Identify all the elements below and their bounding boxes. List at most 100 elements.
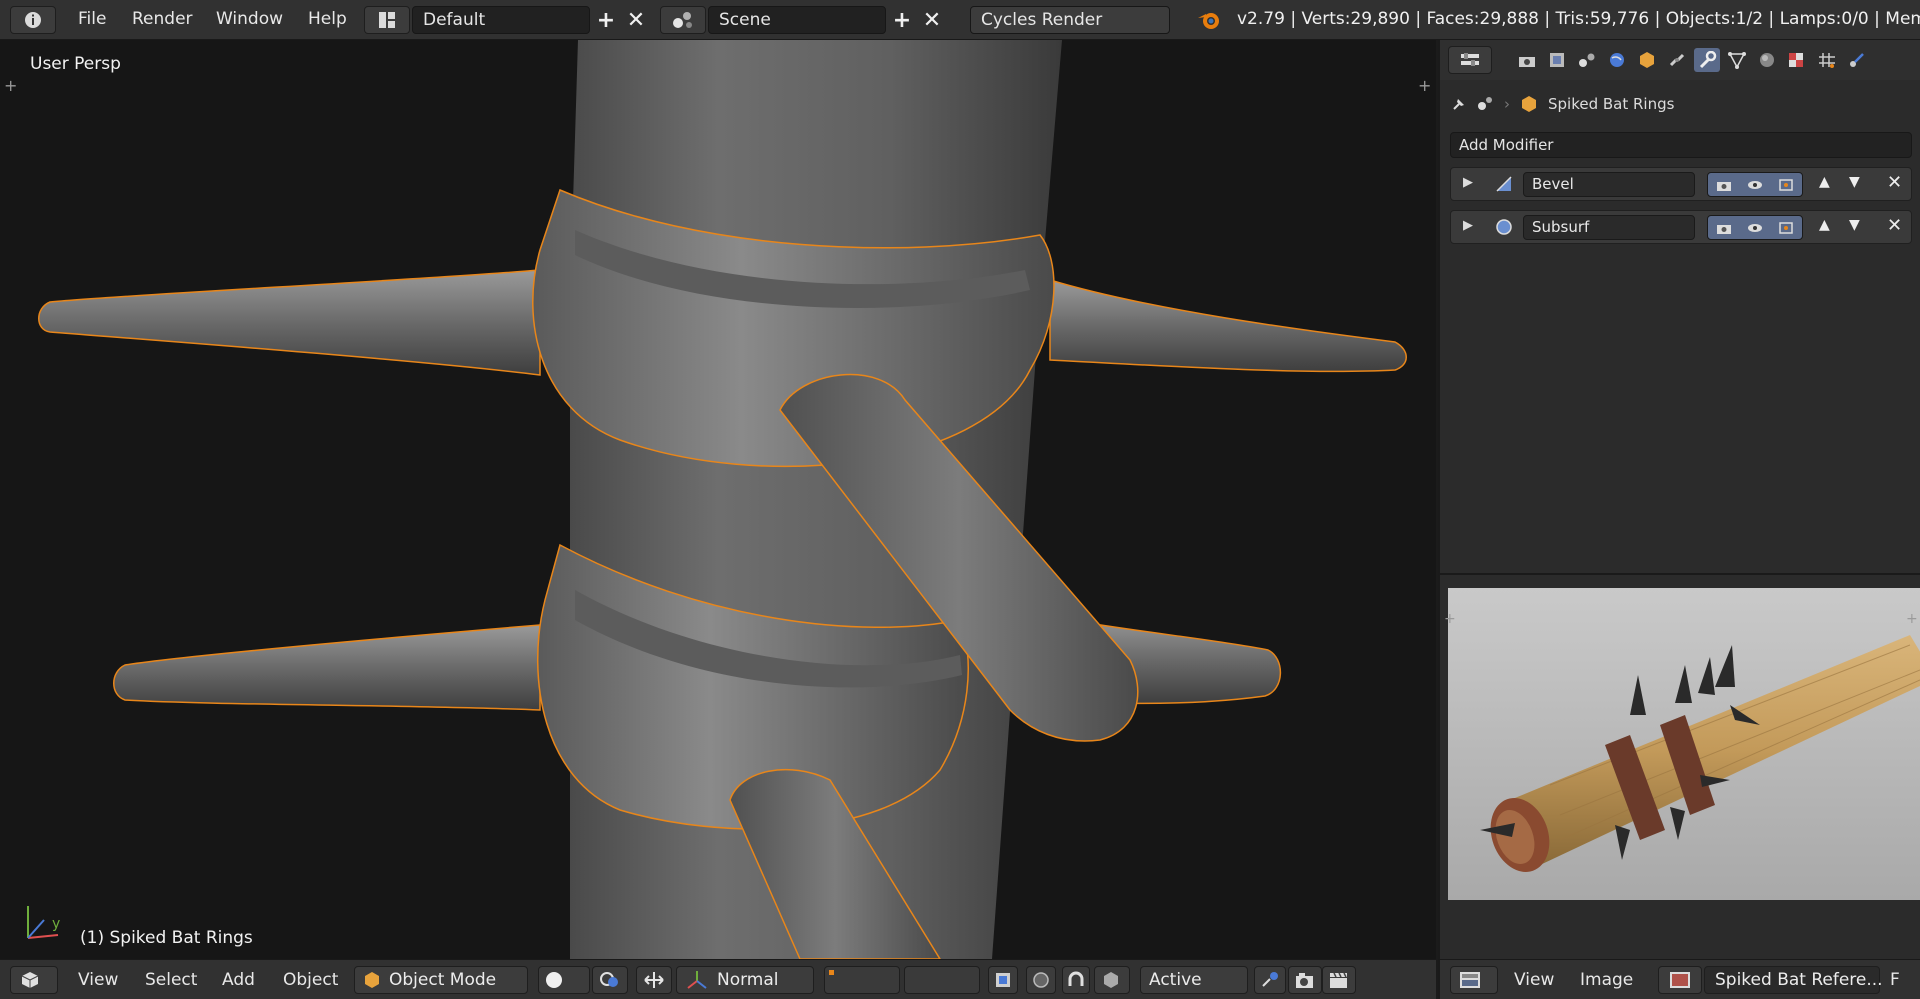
tab-data[interactable]	[1724, 48, 1750, 72]
viewport-header: View Select Add Object Object Mode Norma…	[0, 959, 1436, 999]
editmode-toggle[interactable]	[1771, 173, 1802, 196]
modifier-subsurf: ▶ Subsurf ▲ ▼ ✕	[1450, 210, 1912, 244]
solid-shading-icon	[546, 972, 562, 988]
proportional-icon	[1033, 972, 1049, 988]
properties-editor[interactable]: › Spiked Bat Rings Add Modifier ▶ Bevel …	[1438, 40, 1920, 573]
particles-icon	[1819, 53, 1835, 68]
add-screen-button[interactable]: +	[592, 6, 620, 34]
add-modifier-select[interactable]: Add Modifier	[1450, 132, 1912, 158]
scene-field[interactable]: Scene	[708, 6, 886, 34]
move-up-icon[interactable]: ▲	[1819, 217, 1830, 233]
pin-icon[interactable]	[1450, 95, 1468, 113]
cube-icon	[21, 972, 39, 988]
properties-editor-type-button[interactable]	[1448, 46, 1492, 74]
object-breadcrumb-icon	[1522, 96, 1536, 112]
editmode-toggle[interactable]	[1771, 216, 1802, 239]
move-up-icon[interactable]: ▲	[1819, 174, 1830, 190]
upper-right-spike	[1049, 278, 1407, 373]
render-toggle[interactable]	[1708, 216, 1739, 239]
tab-texture[interactable]	[1784, 48, 1810, 72]
transform-orientation-select[interactable]: Normal	[676, 966, 814, 994]
layer-buttons-group-2[interactable]	[904, 966, 980, 994]
menu-help[interactable]: Help	[308, 9, 347, 29]
shading-select[interactable]	[538, 966, 590, 994]
tab-world[interactable]	[1604, 48, 1630, 72]
snap-toggle[interactable]	[1062, 966, 1090, 994]
tab-object[interactable]	[1634, 48, 1660, 72]
tab-material[interactable]	[1754, 48, 1780, 72]
image-editor-type-button[interactable]	[1450, 966, 1498, 994]
scene-tab-icon	[1579, 53, 1595, 67]
render-engine-select[interactable]: Cycles Render	[970, 6, 1170, 34]
lower-left-spike	[113, 624, 541, 711]
pivot-select[interactable]	[592, 966, 628, 994]
world-icon	[1610, 53, 1624, 67]
add-scene-button[interactable]: +	[888, 6, 916, 34]
editor-type-3d-button[interactable]	[10, 966, 58, 994]
snap-element-icon	[1104, 972, 1118, 988]
mode-select[interactable]: Object Mode	[354, 966, 528, 994]
menu-view[interactable]: View	[78, 970, 118, 990]
view-label: User Persp	[30, 54, 121, 74]
move-down-icon[interactable]: ▼	[1849, 217, 1860, 233]
modifier-visibility-toggles	[1707, 215, 1803, 240]
upper-left-spike	[38, 269, 541, 376]
viewport-toggle[interactable]	[1739, 216, 1770, 239]
render-toggle[interactable]	[1708, 173, 1739, 196]
menu-object[interactable]: Object	[283, 970, 338, 990]
snap-element-select[interactable]	[1094, 966, 1130, 994]
3d-viewport[interactable]: + + User Persp y (1) Spiked Bat Rings	[0, 40, 1436, 959]
remove-modifier-icon[interactable]: ✕	[1887, 215, 1902, 236]
render-opengl-button[interactable]	[1254, 966, 1286, 994]
corner-plus-top-right[interactable]: +	[1418, 76, 1431, 95]
tab-constraints[interactable]	[1664, 48, 1690, 72]
image-corner-plus-right[interactable]: +	[1906, 611, 1918, 627]
orientation-icon	[687, 971, 707, 989]
proportional-edit-button[interactable]	[1026, 966, 1056, 994]
image-menu-view[interactable]: View	[1514, 970, 1554, 990]
delete-screen-button[interactable]: ✕	[622, 6, 650, 34]
image-menu-image[interactable]: Image	[1580, 970, 1633, 990]
tab-particles[interactable]	[1814, 48, 1840, 72]
render-still-button[interactable]	[1288, 966, 1322, 994]
viewport-toggle[interactable]	[1739, 173, 1770, 196]
blender-logo-icon	[1198, 13, 1219, 29]
object-icon	[1640, 52, 1654, 68]
render-animation-button[interactable]	[1322, 966, 1356, 994]
move-down-icon[interactable]: ▼	[1849, 174, 1860, 190]
tab-modifiers[interactable]	[1694, 48, 1720, 72]
expand-arrow-icon[interactable]: ▶	[1463, 218, 1473, 233]
modifier-name-field[interactable]: Subsurf	[1523, 215, 1695, 240]
image-name-field[interactable]: Spiked Bat Refere...	[1704, 966, 1883, 994]
layer-lock-button[interactable]	[988, 966, 1018, 994]
manipulator-toggle[interactable]	[636, 966, 672, 994]
scene-button[interactable]	[660, 6, 706, 34]
screen-layout-button[interactable]	[364, 6, 410, 34]
eye-icon	[1747, 180, 1762, 189]
editor-type-button[interactable]	[10, 6, 56, 34]
menu-render[interactable]: Render	[132, 9, 193, 29]
delete-scene-button[interactable]: ✕	[918, 6, 946, 34]
layer-buttons-group-1[interactable]	[824, 966, 900, 994]
menu-window[interactable]: Window	[216, 9, 283, 29]
tab-physics[interactable]	[1844, 48, 1870, 72]
modifier-bevel: ▶ Bevel ▲ ▼ ✕	[1450, 167, 1912, 201]
snap-target-select[interactable]: Active	[1140, 966, 1248, 994]
fake-user-button[interactable]: F	[1890, 970, 1900, 990]
menu-add[interactable]: Add	[222, 970, 255, 990]
info-header: File Render Window Help Default + ✕ Scen…	[0, 0, 1920, 40]
image-editor[interactable]: + +	[1438, 573, 1920, 959]
camera-toggle-icon	[1716, 224, 1731, 234]
tab-render[interactable]	[1514, 48, 1540, 72]
modifier-name-field[interactable]: Bevel	[1523, 172, 1695, 197]
menu-select[interactable]: Select	[145, 970, 197, 990]
corner-plus-top-left[interactable]: +	[4, 76, 17, 95]
image-corner-plus-left[interactable]: +	[1444, 611, 1456, 627]
screen-layout-field[interactable]: Default	[412, 6, 590, 34]
remove-modifier-icon[interactable]: ✕	[1887, 172, 1902, 193]
expand-arrow-icon[interactable]: ▶	[1463, 175, 1473, 190]
menu-file[interactable]: File	[78, 9, 106, 29]
browse-image-button[interactable]	[1658, 966, 1702, 994]
tab-scene[interactable]	[1574, 48, 1600, 72]
tab-render-layers[interactable]	[1544, 48, 1570, 72]
